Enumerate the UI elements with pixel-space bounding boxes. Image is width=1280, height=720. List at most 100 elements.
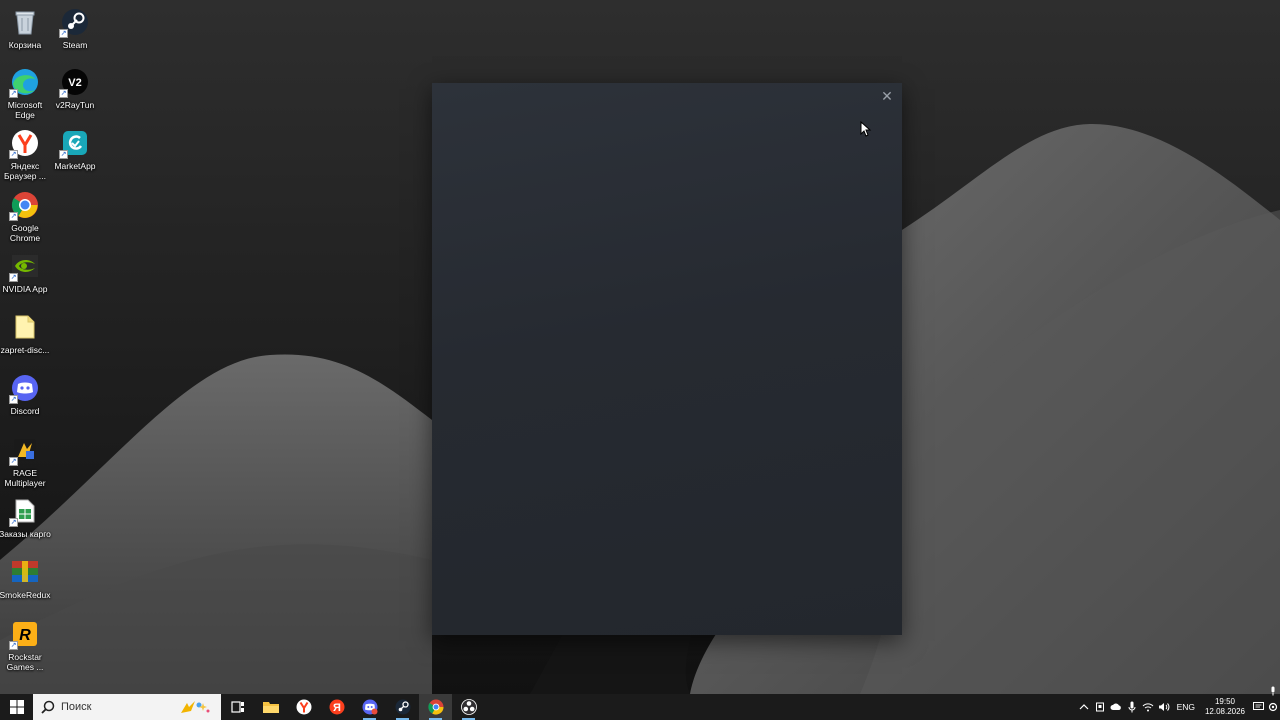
- yandex-icon: Я: [329, 699, 344, 715]
- desktop-icon-label: Rockstar Games ...: [6, 652, 44, 672]
- rage-mp-icon: ↗: [9, 434, 41, 466]
- desktop: Корзина ↗ Microsoft Edge ↗ Яндекс Браузе…: [0, 0, 1280, 694]
- close-button[interactable]: ✕: [876, 86, 898, 106]
- taskbar-obs[interactable]: [452, 694, 485, 720]
- language-indicator[interactable]: ENG: [1172, 702, 1200, 712]
- shortcut-arrow-icon: ↗: [59, 89, 68, 98]
- taskbar-chrome[interactable]: [419, 694, 452, 720]
- system-tray: ENG 19:50 12.08.2026: [1076, 686, 1280, 720]
- desktop-icon-yandex-browser[interactable]: ↗ Яндекс Браузер ...: [0, 127, 50, 181]
- smokeredux-icon: [9, 556, 41, 588]
- desktop-icon-label: Steam: [62, 40, 88, 50]
- desktop-icon-zapret-folder[interactable]: zapret-disc...: [0, 311, 50, 355]
- desktop-icon-label: RAGE Multiplayer: [4, 468, 46, 488]
- microphone-icon: [1128, 701, 1136, 713]
- tray-overflow-button[interactable]: [1076, 694, 1092, 720]
- clock-date: 12.08.2026: [1204, 707, 1246, 716]
- shortcut-arrow-icon: ↗: [9, 457, 18, 466]
- desktop-icon-rockstar-games[interactable]: R ↗ Rockstar Games ...: [0, 618, 50, 672]
- shortcut-arrow-icon: ↗: [9, 395, 18, 404]
- edge-icon: ↗: [9, 66, 41, 98]
- desktop-icon-marketapp[interactable]: ↗ MarketApp: [50, 127, 100, 171]
- file-explorer-icon: [262, 702, 279, 713]
- search-icon: [41, 700, 55, 714]
- desktop-icon-discord[interactable]: ↗ Discord: [0, 372, 50, 416]
- yandex-browser-icon: ↗: [9, 127, 41, 159]
- tray-onedrive-button[interactable]: [1108, 694, 1124, 720]
- desktop-icon-cargo-orders[interactable]: ↗ Заказы карго: [0, 495, 51, 539]
- desktop-icon-microsoft-edge[interactable]: ↗ Microsoft Edge: [0, 66, 50, 120]
- desktop-icon-label: Корзина: [8, 40, 42, 50]
- shortcut-arrow-icon: ↗: [9, 89, 18, 98]
- shortcut-arrow-icon: ↗: [9, 150, 18, 159]
- marketapp-icon: ↗: [59, 127, 91, 159]
- steam-icon: [395, 699, 410, 715]
- search-input[interactable]: Поиск: [33, 694, 221, 720]
- search-placeholder: Поиск: [61, 701, 92, 713]
- voice-access-button[interactable]: [1266, 686, 1280, 720]
- desktop-icon-recycle-bin[interactable]: Корзина: [0, 6, 50, 50]
- notification-icon: [1252, 702, 1264, 710]
- tray-network-button[interactable]: [1140, 694, 1156, 720]
- cloud-icon: [1110, 703, 1121, 710]
- desktop-icon-label: NVIDIA App: [2, 284, 48, 294]
- taskbar-yandex-browser[interactable]: [287, 694, 320, 720]
- taskbar-file-explorer[interactable]: [254, 694, 287, 720]
- speaker-icon: [1158, 703, 1169, 711]
- mouse-cursor-icon: [860, 121, 872, 137]
- desktop-icon-label: SmokeRedux: [0, 590, 51, 600]
- desktop-icon-nvidia-app[interactable]: ↗ NVIDIA App: [0, 250, 50, 294]
- tray-volume-button[interactable]: [1156, 694, 1172, 720]
- desktop-icon-google-chrome[interactable]: ↗ Google Chrome: [0, 189, 50, 243]
- taskbar-yandex[interactable]: Я: [320, 694, 353, 720]
- desktop-icon-label: zapret-disc...: [0, 345, 50, 355]
- windows-logo-icon: [9, 700, 24, 714]
- start-button[interactable]: [0, 694, 33, 720]
- nvidia-icon: ↗: [9, 250, 41, 282]
- discord-icon: ↗: [9, 372, 41, 404]
- blank-dialog-window: ✕: [432, 83, 902, 635]
- shortcut-arrow-icon: ↗: [59, 150, 68, 159]
- tray-device-button[interactable]: [1092, 694, 1108, 720]
- task-view-icon: [230, 701, 244, 713]
- microphone-overlay-icon: [1271, 686, 1275, 696]
- chrome-icon: [427, 699, 444, 715]
- recycle-bin-icon: [9, 6, 41, 38]
- folder-icon: [9, 311, 41, 343]
- shortcut-arrow-icon: ↗: [9, 641, 18, 650]
- yandex-logo-glyph: Я: [333, 702, 341, 714]
- spreadsheet-icon: ↗: [9, 495, 41, 527]
- v2raytun-icon: V2 ↗: [59, 66, 91, 98]
- desktop-icon-label: Google Chrome: [9, 223, 41, 243]
- steam-icon: ↗: [59, 6, 91, 38]
- clock[interactable]: 19:50 12.08.2026: [1200, 697, 1250, 717]
- search-highlight-icon: [181, 701, 210, 713]
- device-icon: [1095, 702, 1104, 712]
- taskbar-discord[interactable]: [353, 694, 386, 720]
- yandex-browser-icon: [296, 699, 311, 715]
- desktop-icon-v2raytun[interactable]: V2 ↗ v2RayTun: [50, 66, 100, 110]
- desktop-icon-label: Discord: [10, 406, 40, 416]
- desktop-icon-steam[interactable]: ↗ Steam: [50, 6, 100, 50]
- discord-icon: [362, 699, 377, 715]
- wifi-icon: [1142, 703, 1153, 712]
- desktop-icon-label: Заказы карго: [0, 529, 51, 539]
- obs-icon: [460, 699, 477, 715]
- desktop-icon-rage-multiplayer[interactable]: ↗ RAGE Multiplayer: [0, 434, 50, 488]
- desktop-icon-label: Яндекс Браузер ...: [4, 161, 46, 181]
- desktop-icon-label: Microsoft Edge: [7, 100, 43, 120]
- shortcut-arrow-icon: ↗: [59, 29, 68, 38]
- shortcut-arrow-icon: ↗: [9, 212, 18, 221]
- settings-gear-icon: [1268, 702, 1278, 712]
- rockstar-logo-glyph: R: [19, 627, 31, 644]
- desktop-icon-label: v2RayTun: [55, 100, 95, 110]
- tray-microphone-button[interactable]: [1124, 694, 1140, 720]
- shortcut-arrow-icon: ↗: [9, 273, 18, 282]
- desktop-icon-label: MarketApp: [54, 161, 96, 171]
- chevron-up-icon: [1079, 704, 1089, 710]
- desktop-icon-smokeredux[interactable]: SmokeRedux: [0, 556, 51, 600]
- taskbar-task-view[interactable]: [221, 694, 254, 720]
- taskbar-steam[interactable]: [386, 694, 419, 720]
- notifications-button[interactable]: [1250, 694, 1266, 720]
- chrome-icon: ↗: [9, 189, 41, 221]
